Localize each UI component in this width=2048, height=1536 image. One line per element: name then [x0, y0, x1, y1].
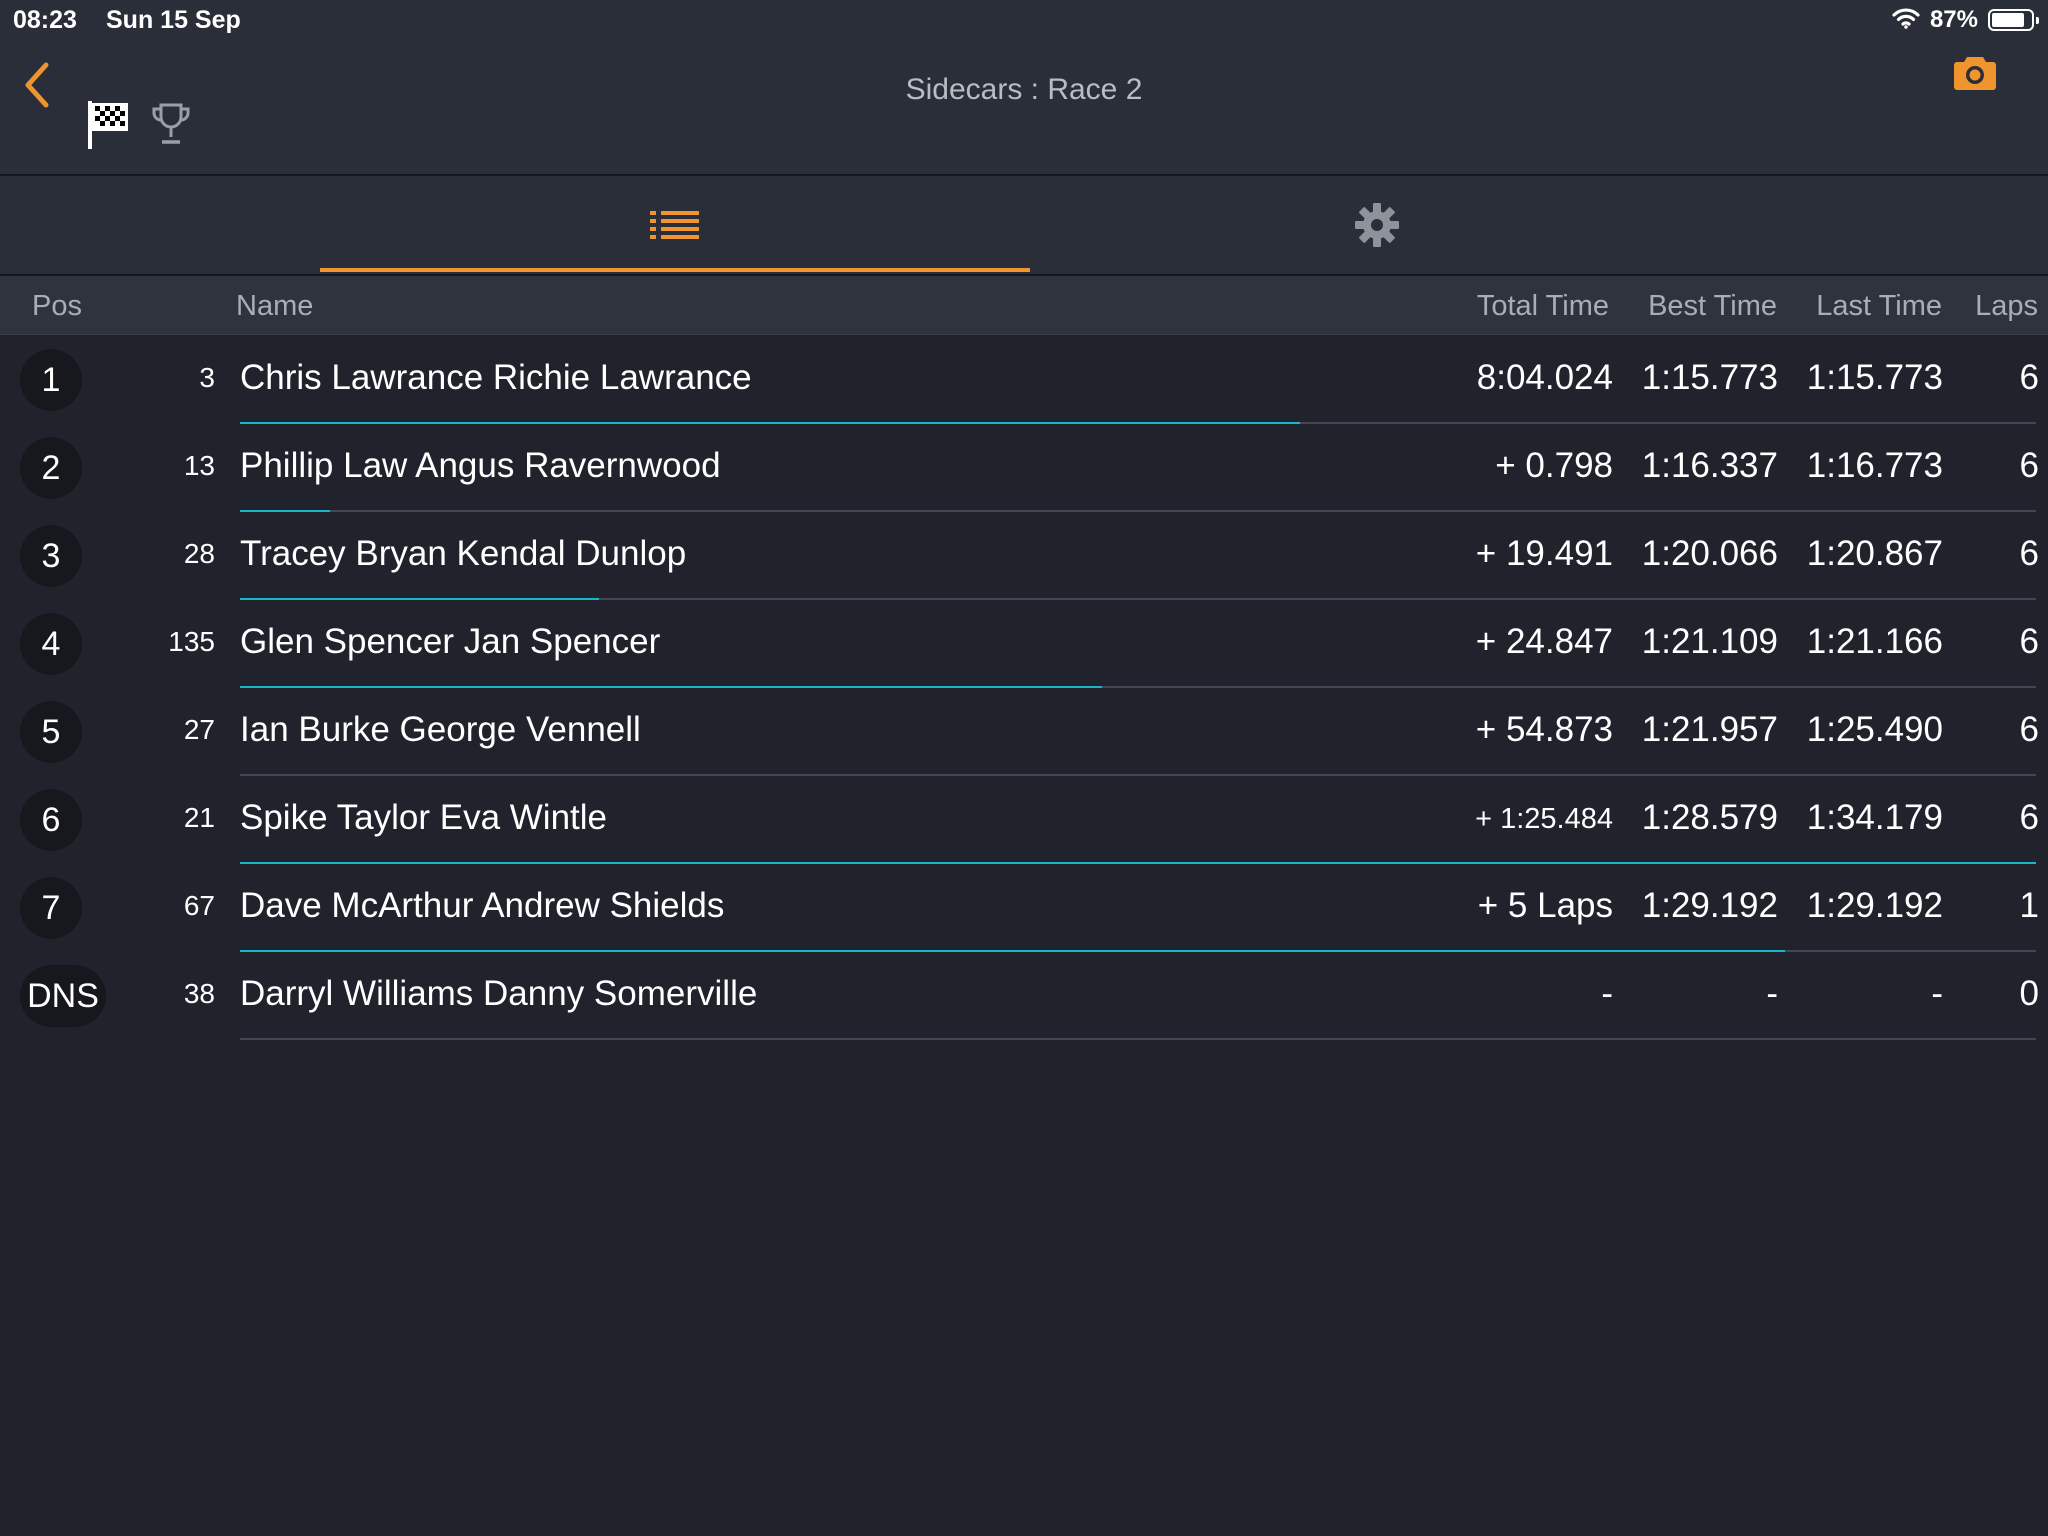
tab-settings[interactable] — [1022, 176, 1732, 274]
checkered-flag-icon[interactable] — [86, 99, 132, 156]
rider-names: Ian Burke George Vennell — [240, 710, 641, 749]
rider-names: Tracey Bryan Kendal Dunlop — [240, 534, 687, 573]
navigation-bar: Sidecars : Race 2 — [0, 40, 2048, 176]
best-time: 1:29.192 — [1641, 886, 1778, 925]
laps: 6 — [2019, 534, 2039, 573]
position-badge: DNS — [20, 965, 106, 1027]
last-time: - — [1931, 974, 1943, 1013]
total-time: + 5 Laps — [1477, 886, 1613, 925]
table-row[interactable]: DNS 38 Darryl Williams Danny Somerville … — [0, 952, 2048, 1040]
status-bar: 08:23 Sun 15 Sep 87% — [0, 0, 2048, 40]
last-time: 1:34.179 — [1806, 798, 1943, 837]
status-time: 08:23 — [13, 6, 77, 34]
best-time: 1:21.957 — [1641, 710, 1778, 749]
laps: 1 — [2019, 886, 2039, 925]
camera-button[interactable] — [1952, 53, 1998, 98]
best-time: 1:21.109 — [1641, 622, 1778, 661]
column-header-pos: Pos — [32, 290, 82, 322]
total-time: + 19.491 — [1475, 534, 1613, 573]
rider-names: Spike Taylor Eva Wintle — [240, 798, 608, 837]
position-badge: 6 — [20, 789, 82, 851]
battery-cap — [2036, 17, 2039, 24]
status-indicators: 87% — [1892, 5, 2039, 35]
status-date: Sun 15 Sep — [106, 6, 241, 34]
total-time: + 24.847 — [1475, 622, 1613, 661]
race-number: 28 — [183, 538, 215, 569]
battery-percentage: 87% — [1929, 6, 1978, 33]
race-number: 67 — [183, 890, 215, 921]
trophy-icon[interactable] — [150, 102, 192, 151]
results-table-header: Pos Name Total Time Best Time Last Time … — [0, 276, 2048, 335]
table-row[interactable]: 4 135 Glen Spencer Jan Spencer + 24.847 … — [0, 600, 2048, 688]
position-badge: 7 — [20, 877, 82, 939]
table-row[interactable]: 3 28 Tracey Bryan Kendal Dunlop + 19.491… — [0, 512, 2048, 600]
total-time: + 54.873 — [1475, 710, 1613, 749]
list-icon — [650, 211, 699, 239]
column-header-last-time: Last Time — [1816, 290, 1942, 322]
laps: 6 — [2019, 798, 2039, 837]
position-badge: 4 — [20, 613, 82, 675]
laps: 0 — [2019, 974, 2039, 1013]
position-badge: 3 — [20, 525, 82, 587]
rider-names: Glen Spencer Jan Spencer — [240, 622, 661, 661]
battery-icon — [1988, 9, 2039, 31]
rider-names: Darryl Williams Danny Somerville — [240, 974, 758, 1013]
column-header-name: Name — [236, 290, 314, 322]
battery-level — [1992, 13, 2024, 27]
total-time: 8:04.024 — [1476, 358, 1613, 397]
rider-names: Phillip Law Angus Ravernwood — [240, 446, 721, 485]
column-header-best-time: Best Time — [1648, 290, 1777, 322]
page-title: Sidecars : Race 2 — [905, 73, 1143, 106]
best-time: 1:15.773 — [1641, 358, 1778, 397]
best-time: 1:16.337 — [1641, 446, 1778, 485]
row-divider — [240, 1038, 2036, 1040]
tab-bar — [0, 176, 2048, 276]
table-row[interactable]: 6 21 Spike Taylor Eva Wintle + 1:25.484 … — [0, 776, 2048, 864]
best-time: - — [1766, 974, 1778, 1013]
total-time: + 1:25.484 — [1475, 803, 1613, 835]
wifi-icon — [1892, 7, 1920, 34]
camera-icon — [1954, 57, 1996, 90]
column-header-laps: Laps — [1975, 290, 2038, 322]
laps: 6 — [2019, 622, 2039, 661]
active-tab-indicator — [320, 268, 1030, 272]
last-time: 1:29.192 — [1806, 886, 1943, 925]
race-number: 3 — [199, 362, 215, 393]
column-header-total-time: Total Time — [1476, 290, 1609, 322]
best-time: 1:28.579 — [1641, 798, 1778, 837]
total-time: - — [1601, 974, 1613, 1013]
table-row[interactable]: 5 27 Ian Burke George Vennell + 54.873 1… — [0, 688, 2048, 776]
race-number: 38 — [183, 978, 215, 1009]
rider-names: Dave McArthur Andrew Shields — [240, 886, 725, 925]
table-row[interactable]: 7 67 Dave McArthur Andrew Shields + 5 La… — [0, 864, 2048, 952]
tab-results-list[interactable] — [320, 176, 1030, 274]
race-number: 27 — [183, 714, 215, 745]
position-badge: 5 — [20, 701, 82, 763]
last-time: 1:15.773 — [1806, 358, 1943, 397]
laps: 6 — [2019, 358, 2039, 397]
rider-names: Chris Lawrance Richie Lawrance — [240, 358, 752, 397]
race-number: 135 — [168, 626, 215, 657]
last-time: 1:25.490 — [1806, 710, 1943, 749]
race-number: 21 — [183, 802, 215, 833]
last-time: 1:16.773 — [1806, 446, 1943, 485]
best-time: 1:20.066 — [1641, 534, 1778, 573]
gear-icon — [1355, 203, 1399, 247]
total-time: + 0.798 — [1495, 446, 1613, 485]
position-badge: 2 — [20, 437, 82, 499]
table-row[interactable]: 2 13 Phillip Law Angus Ravernwood + 0.79… — [0, 424, 2048, 512]
table-row[interactable]: 1 3 Chris Lawrance Richie Lawrance 8:04.… — [0, 336, 2048, 424]
race-number: 13 — [183, 450, 215, 481]
position-badge: 1 — [20, 349, 82, 411]
last-time: 1:21.166 — [1806, 622, 1943, 661]
last-time: 1:20.867 — [1806, 534, 1943, 573]
laps: 6 — [2019, 710, 2039, 749]
laps: 6 — [2019, 446, 2039, 485]
